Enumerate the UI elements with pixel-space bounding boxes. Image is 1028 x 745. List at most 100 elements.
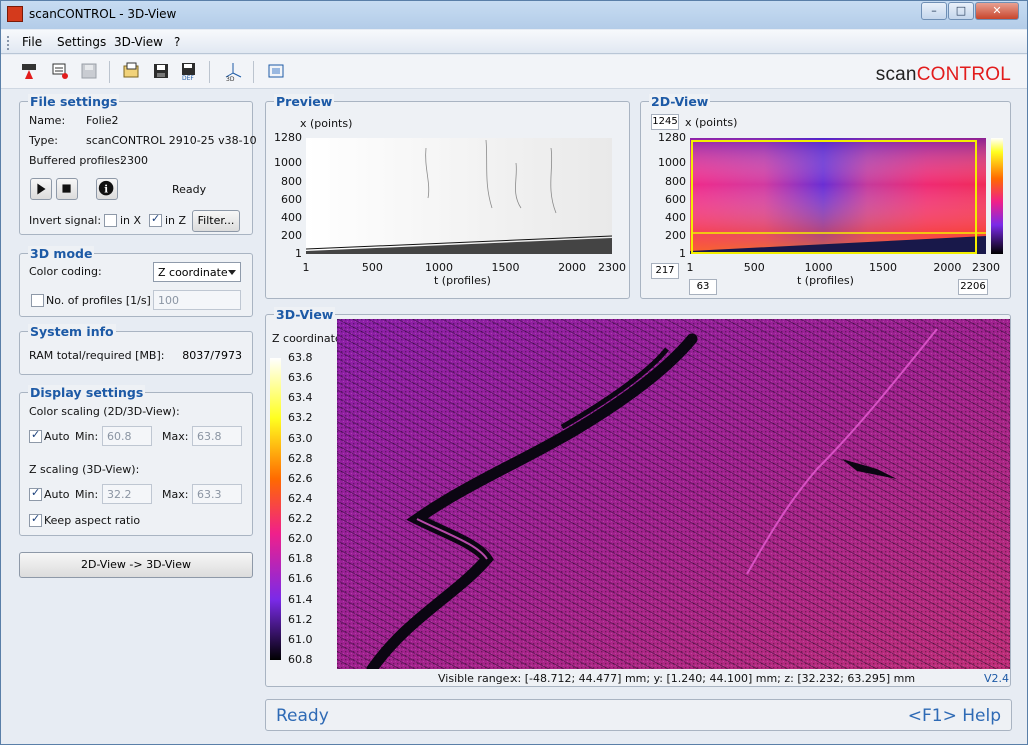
y-tick-label: 1280: [274, 131, 302, 144]
file-settings-group: File settings Name: Folie2 Type: scanCON…: [19, 94, 257, 235]
preview-image: [306, 138, 612, 254]
colorbar-tick-label: 61.6: [288, 572, 313, 586]
maximize-button[interactable]: □: [948, 2, 974, 20]
x-tick-label: 500: [361, 261, 383, 274]
invert-x-checkbox[interactable]: [104, 214, 117, 227]
visible-range-value: x: [-48.712; 44.477] mm; y: [1.240; 44.1…: [511, 672, 916, 685]
save-default-icon[interactable]: DEF: [179, 61, 199, 82]
display-settings-group: Display settings Color scaling (2D/3D-Vi…: [19, 385, 253, 536]
color-max-label: Max:: [162, 430, 189, 443]
help-hint[interactable]: <F1> Help: [908, 706, 1001, 726]
menu-file[interactable]: File: [22, 35, 42, 49]
menu-settings[interactable]: Settings: [57, 35, 106, 49]
colorbar-tick-label: 61.0: [288, 632, 313, 646]
menu-3d-view[interactable]: 3D-View: [114, 35, 163, 49]
play-icon: [37, 183, 46, 195]
color-min-field[interactable]: 60.8: [102, 426, 152, 446]
display-settings-title: Display settings: [28, 385, 146, 400]
3d-view-title: 3D-View: [274, 307, 336, 322]
y-tick-label: 1280: [658, 131, 686, 144]
y-tick-label: 800: [281, 174, 302, 188]
preview-y-axis-title: x (points): [300, 117, 353, 130]
z-min-field[interactable]: 32.2: [102, 484, 152, 504]
colorbar-tick-label: 62.6: [288, 471, 313, 485]
x-tick-label: 1500: [868, 261, 897, 274]
info-icon: i: [98, 180, 114, 196]
2d-to-3d-button[interactable]: 2D-View -> 3D-View: [19, 552, 253, 578]
laser-icon[interactable]: [20, 61, 40, 81]
profiles-checkbox[interactable]: [31, 294, 44, 307]
y-tick-label: 1000: [658, 156, 686, 170]
y-tick-label: 200: [281, 228, 302, 242]
title-bar: scanCONTROL - 3D-View – □ ✕: [1, 1, 1027, 29]
invert-z-checkbox[interactable]: [149, 212, 162, 227]
z-auto-checkbox[interactable]: [29, 486, 42, 501]
app-icon: [7, 6, 23, 22]
fit-view-icon[interactable]: [266, 61, 286, 81]
3d-surface-render: [337, 319, 1010, 669]
svg-text:3D: 3D: [226, 76, 235, 81]
colorbar-tick-label: 60.8: [288, 653, 313, 666]
colorbar-title: Z coordinate: [272, 332, 342, 345]
visible-range-label: Visible range:: [438, 672, 514, 685]
ram-label: RAM total/required [MB]:: [29, 349, 165, 362]
keep-aspect-checkbox[interactable]: [29, 512, 42, 527]
2d-box-left[interactable]: 217: [651, 263, 679, 279]
2d-view-group: 2D-View 1245 x (points) 1280 1000 800 60…: [640, 94, 1011, 299]
z-scaling-label: Z scaling (3D-View):: [29, 463, 140, 476]
color-coding-select[interactable]: Z coordinate: [153, 262, 241, 282]
color-max-field[interactable]: 63.8: [192, 426, 242, 446]
colorbar-tick-label: 62.4: [288, 491, 313, 505]
name-label: Name:: [29, 114, 66, 127]
status-bar: Ready <F1> Help: [265, 699, 1012, 731]
menu-help[interactable]: ?: [174, 35, 180, 49]
ram-value: 8037/7973: [182, 349, 242, 362]
colorbar-tick-label: 63.8: [288, 351, 313, 364]
preview-group: Preview x (points) 1280 1000 800 600 400 200 1…: [265, 94, 630, 299]
2d-y-axis-title: x (points): [685, 116, 738, 129]
z-max-label: Max:: [162, 488, 189, 501]
toolbar: DEF 3D scanCONTROL: [1, 55, 1027, 89]
minimize-button[interactable]: –: [921, 2, 947, 20]
2d-box-bottom-right[interactable]: 2206: [958, 279, 988, 295]
save-disabled-icon[interactable]: [79, 61, 99, 81]
3d-mode-group: 3D mode Color coding: Z coordinate No. o…: [19, 246, 253, 317]
colorbar-tick-label: 61.4: [288, 592, 313, 606]
acquisition-status: Ready: [172, 183, 207, 196]
system-info-title: System info: [28, 324, 116, 339]
filter-button[interactable]: Filter...: [192, 210, 240, 232]
x-tick-label: 1500: [491, 261, 520, 274]
stop-button[interactable]: [56, 178, 78, 200]
scanner-settings-icon[interactable]: [50, 61, 70, 81]
colorbar-tick-label: 63.0: [288, 431, 313, 445]
2d-heatmap: [690, 138, 986, 254]
color-coding-label: Color coding:: [29, 265, 102, 278]
color-auto-checkbox[interactable]: [29, 428, 42, 443]
colorbar-tick-label: 62.8: [288, 451, 313, 465]
3d-view-group: 3D-View Z coordinate 63.8 63.6 63.4 63.2 63.…: [265, 307, 1011, 687]
y-tick-label: 400: [281, 210, 302, 224]
2d-box-bottom-left[interactable]: 63: [689, 279, 717, 295]
chevron-down-icon: [228, 270, 236, 275]
profiles-field[interactable]: 100: [153, 290, 241, 310]
2d-box-top[interactable]: 1245: [651, 114, 679, 130]
z-max-field[interactable]: 63.3: [192, 484, 242, 504]
x-tick-label: 1000: [424, 261, 453, 274]
info-button[interactable]: i: [96, 178, 118, 200]
3d-axis-icon[interactable]: 3D: [223, 61, 243, 83]
open-folder-icon[interactable]: [121, 61, 141, 81]
y-tick-label: 1: [295, 247, 302, 260]
scancontrol-logo: scanCONTROL: [875, 64, 1011, 85]
play-button[interactable]: [30, 178, 52, 200]
y-tick-label: 1000: [274, 156, 302, 170]
x-tick-label: 2300: [972, 261, 1000, 274]
profiles-label: No. of profiles [1/s]: [46, 294, 151, 307]
x-tick-label: 2000: [933, 261, 962, 274]
colorbar-tick-label: 62.2: [288, 512, 313, 526]
x-tick-label: 2300: [598, 261, 626, 274]
menu-bar: File Settings 3D-View ?: [1, 30, 1027, 54]
close-button[interactable]: ✕: [975, 2, 1019, 20]
save-icon[interactable]: [151, 61, 171, 81]
x-tick-label: 2000: [558, 261, 587, 274]
invert-x-label: in X: [120, 214, 142, 227]
